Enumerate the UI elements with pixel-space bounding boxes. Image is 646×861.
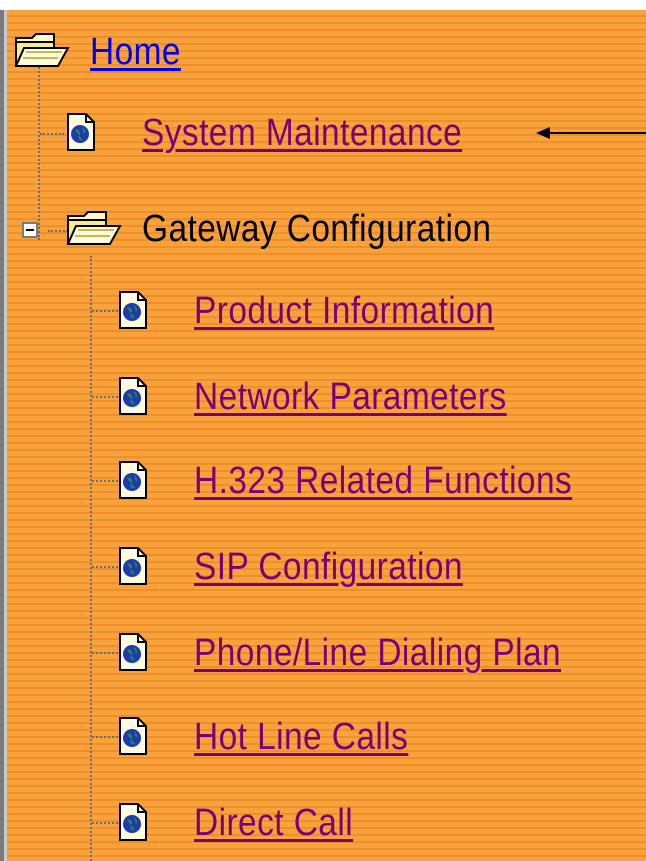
tree-item-network-parameters[interactable]: Network Parameters [0,368,600,428]
product-information-link[interactable]: Product Information [194,288,494,334]
web-page-icon [119,633,147,671]
web-page-icon [119,717,147,755]
tree-item-direct-call[interactable]: Direct Call [0,794,600,854]
tree-item-phone-line-dialing-plan[interactable]: Phone/Line Dialing Plan [0,624,646,684]
web-page-icon [119,377,147,415]
navigation-tree-panel: Home System Maintenance Gateway Configur… [0,10,646,861]
tree-item-h323-related-functions[interactable]: H.323 Related Functions [0,452,646,512]
home-link[interactable]: Home [90,29,181,75]
web-page-icon [67,113,95,151]
web-page-icon [119,547,147,585]
tree-item-gateway-configuration[interactable]: Gateway Configuration [0,200,600,260]
web-page-icon [119,291,147,329]
tree-item-system-maintenance[interactable]: System Maintenance [0,106,560,166]
open-folder-icon [14,33,70,67]
h323-related-functions-link[interactable]: H.323 Related Functions [194,458,572,504]
web-page-icon [119,461,147,499]
tree-item-sip-configuration[interactable]: SIP Configuration [0,538,600,598]
hot-line-calls-link[interactable]: Hot Line Calls [194,714,408,760]
phone-line-dialing-plan-link[interactable]: Phone/Line Dialing Plan [194,630,561,676]
network-parameters-link[interactable]: Network Parameters [194,374,507,420]
tree-item-home[interactable]: Home [0,24,260,84]
open-folder-icon [66,211,122,245]
gateway-configuration-label[interactable]: Gateway Configuration [142,206,491,252]
system-maintenance-link[interactable]: System Maintenance [142,110,462,156]
tree-item-hot-line-calls[interactable]: Hot Line Calls [0,708,600,768]
tree-item-product-information[interactable]: Product Information [0,282,560,342]
direct-call-link[interactable]: Direct Call [194,800,353,846]
web-page-icon [119,803,147,841]
arrow-shaft [548,132,646,134]
collapse-minus-icon[interactable] [22,222,38,238]
sip-configuration-link[interactable]: SIP Configuration [194,544,463,590]
